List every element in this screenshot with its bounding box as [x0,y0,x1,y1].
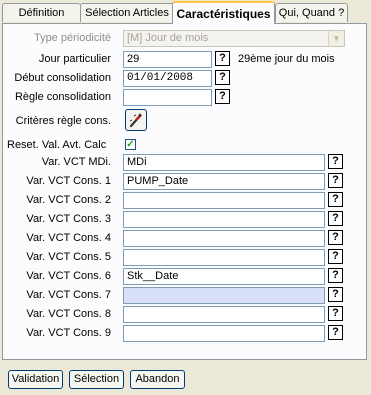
var-vct-label: Var. VCT Cons. 8 [26,308,111,320]
row-regle-consolidation: Règle consolidation ? [3,89,366,106]
jour-particulier-help-button[interactable]: ? [215,51,230,66]
tab-caracteristiques[interactable]: Caractéristiques [172,1,275,24]
row-var-vct-cons-4: Var. VCT Cons. 4 ? [3,230,366,247]
reset-val-checkbox[interactable]: ✓ [125,139,136,150]
row-var-vct-mdi: Var. VCT MDi. MDi ? [3,154,366,171]
var-vct-label: Var. VCT Cons. 9 [26,327,111,339]
var-vct-cons-3-help-button[interactable]: ? [328,211,343,226]
var-vct-label: Var. VCT Cons. 4 [26,232,111,244]
validation-button[interactable]: Validation [8,370,63,389]
tab-definition[interactable]: Définition [2,3,81,22]
var-vct-mdi-help-button[interactable]: ? [328,154,343,169]
chevron-down-icon: ▼ [328,31,344,46]
type-periodicite-label: Type périodicité [33,32,111,44]
tab-selection-articles[interactable]: Sélection Articles [80,3,174,22]
var-vct-cons-2-help-button[interactable]: ? [328,192,343,207]
var-vct-cons-8-input[interactable] [123,306,325,323]
regle-consolidation-label: Règle consolidation [14,91,111,103]
var-vct-cons-5-input[interactable] [123,249,325,266]
row-var-vct-cons-6: Var. VCT Cons. 6 Stk__Date ? [3,268,366,285]
debut-consolidation-help-button[interactable]: ? [215,70,230,85]
var-vct-cons-8-help-button[interactable]: ? [328,306,343,321]
var-vct-label: Var. VCT Cons. 7 [26,289,111,301]
var-vct-cons-1-input[interactable]: PUMP_Date [123,173,325,190]
row-var-vct-cons-5: Var. VCT Cons. 5 ? [3,249,366,266]
regle-consolidation-help-button[interactable]: ? [215,89,230,104]
var-vct-label: Var. VCT Cons. 1 [26,175,111,187]
criteres-regle-button[interactable] [125,109,147,131]
var-vct-cons-7-help-button[interactable]: ? [328,287,343,302]
regle-consolidation-input[interactable] [123,89,212,106]
var-vct-label: Var. VCT Cons. 3 [26,213,111,225]
row-reset-val: Reset. Val. Avt. Calc ✓ [3,137,366,154]
row-var-vct-cons-3: Var. VCT Cons. 3 ? [3,211,366,228]
var-vct-cons-7-input[interactable] [123,287,325,304]
row-var-vct-cons-7: Var. VCT Cons. 7 ? [3,287,366,304]
var-vct-cons-2-input[interactable] [123,192,325,209]
jour-particulier-label: Jour particulier [38,53,111,65]
abandon-button[interactable]: Abandon [130,370,185,389]
caracteristiques-panel: Type périodicité [M] Jour de mois ▼ Jour… [2,23,367,360]
row-var-vct-cons-1: Var. VCT Cons. 1 PUMP_Date ? [3,173,366,190]
row-var-vct-cons-2: Var. VCT Cons. 2 ? [3,192,366,209]
row-criteres-regle: Critères règle cons. [3,109,366,133]
selection-button[interactable]: Sélection [69,370,124,389]
debut-consolidation-label: Début consolidation [14,72,111,84]
jour-particulier-input[interactable]: 29 [123,51,212,68]
var-vct-cons-6-input[interactable]: Stk__Date [123,268,325,285]
magic-wand-icon [129,113,143,128]
var-vct-cons-4-input[interactable] [123,230,325,247]
var-vct-cons-9-input[interactable] [123,325,325,342]
row-debut-consolidation: Début consolidation 01/01/2008 ? [3,70,366,87]
tab-bar: Définition Sélection Articles Caractéris… [0,0,371,24]
type-periodicite-value: [M] Jour de mois [127,32,209,44]
tab-qui-quand[interactable]: Qui, Quand ? [275,3,348,22]
type-periodicite-select[interactable]: [M] Jour de mois ▼ [123,30,345,47]
criteres-regle-label: Critères règle cons. [15,115,111,127]
var-vct-cons-9-help-button[interactable]: ? [328,325,343,340]
var-vct-mdi-input[interactable]: MDi [123,154,325,171]
row-jour-particulier: Jour particulier 29 ? 29ème jour du mois [3,51,366,68]
var-vct-label: Var. VCT Cons. 5 [26,251,111,263]
var-vct-cons-3-input[interactable] [123,211,325,228]
var-vct-cons-5-help-button[interactable]: ? [328,249,343,264]
row-var-vct-cons-9: Var. VCT Cons. 9 ? [3,325,366,342]
var-vct-cons-1-help-button[interactable]: ? [328,173,343,188]
var-vct-cons-4-help-button[interactable]: ? [328,230,343,245]
row-type-periodicite: Type périodicité [M] Jour de mois ▼ [3,30,366,47]
debut-consolidation-input[interactable]: 01/01/2008 [123,70,212,87]
reset-val-label: Reset. Val. Avt. Calc [7,139,107,151]
var-vct-cons-6-help-button[interactable]: ? [328,268,343,283]
row-var-vct-cons-8: Var. VCT Cons. 8 ? [3,306,366,323]
var-vct-label: Var. VCT Cons. 2 [26,194,111,206]
jour-particulier-note: 29ème jour du mois [238,53,335,65]
var-vct-label: Var. VCT Cons. 6 [26,270,111,282]
var-vct-label: Var. VCT MDi. [41,156,111,168]
